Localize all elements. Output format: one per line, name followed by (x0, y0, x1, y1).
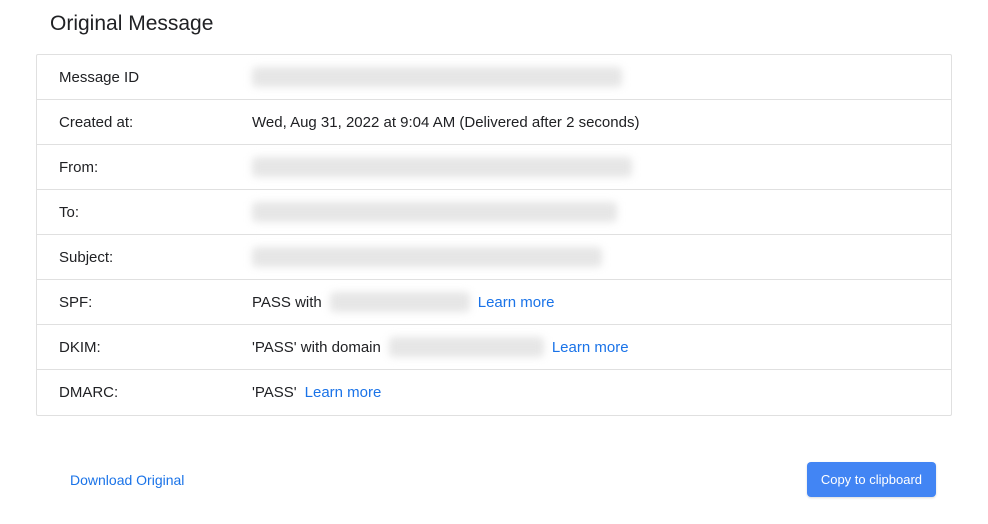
headers-table: Message ID Created at: Wed, Aug 31, 2022… (36, 54, 952, 416)
row-dmarc: DMARC: 'PASS' Learn more (37, 370, 951, 415)
spf-prefix: PASS with (252, 294, 322, 311)
row-message-id: Message ID (37, 55, 951, 100)
row-label-dmarc: DMARC: (59, 384, 252, 401)
redacted-from (252, 157, 632, 177)
dkim-prefix: 'PASS' with domain (252, 339, 381, 356)
dmarc-prefix: 'PASS' (252, 384, 297, 401)
copy-to-clipboard-button[interactable]: Copy to clipboard (807, 462, 936, 497)
row-value-to (252, 202, 929, 222)
redacted-dkim-domain (389, 337, 544, 357)
row-label-spf: SPF: (59, 294, 252, 311)
redacted-subject (252, 247, 602, 267)
row-value-dmarc: 'PASS' Learn more (252, 384, 929, 401)
spf-learn-more-link[interactable]: Learn more (478, 294, 555, 311)
redacted-spf-domain (330, 292, 470, 312)
page-title: Original Message (50, 12, 952, 36)
row-label-message-id: Message ID (59, 69, 252, 86)
row-label-subject: Subject: (59, 249, 252, 266)
row-label-from: From: (59, 159, 252, 176)
actions-bar: Download Original Copy to clipboard (36, 462, 952, 497)
created-at-text: Wed, Aug 31, 2022 at 9:04 AM (Delivered … (252, 114, 639, 131)
download-original-link[interactable]: Download Original (70, 472, 184, 488)
row-created-at: Created at: Wed, Aug 31, 2022 at 9:04 AM… (37, 100, 951, 145)
row-value-created-at: Wed, Aug 31, 2022 at 9:04 AM (Delivered … (252, 114, 929, 131)
dkim-learn-more-link[interactable]: Learn more (552, 339, 629, 356)
row-to: To: (37, 190, 951, 235)
redacted-message-id (252, 67, 622, 87)
row-label-dkim: DKIM: (59, 339, 252, 356)
original-message-panel: Original Message Message ID Created at: … (0, 0, 988, 521)
row-from: From: (37, 145, 951, 190)
row-subject: Subject: (37, 235, 951, 280)
row-spf: SPF: PASS with Learn more (37, 280, 951, 325)
row-label-to: To: (59, 204, 252, 221)
row-value-spf: PASS with Learn more (252, 292, 929, 312)
dmarc-learn-more-link[interactable]: Learn more (305, 384, 382, 401)
row-label-created-at: Created at: (59, 114, 252, 131)
row-value-dkim: 'PASS' with domain Learn more (252, 337, 929, 357)
row-value-from (252, 157, 929, 177)
row-dkim: DKIM: 'PASS' with domain Learn more (37, 325, 951, 370)
redacted-to (252, 202, 617, 222)
row-value-subject (252, 247, 929, 267)
row-value-message-id (252, 67, 929, 87)
